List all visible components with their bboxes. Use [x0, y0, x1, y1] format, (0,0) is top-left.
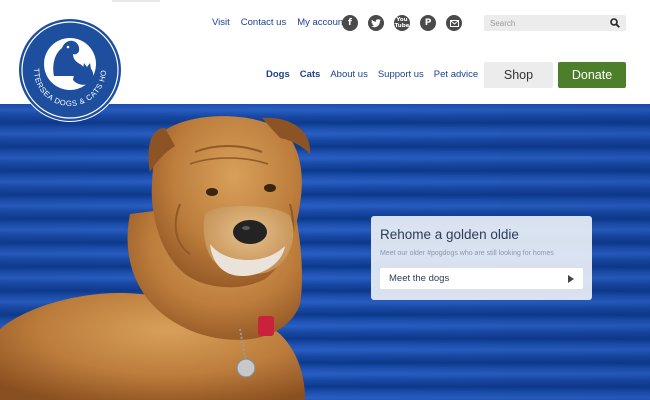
contact-us-link[interactable]: Contact us	[241, 17, 286, 28]
utility-nav: Visit Contact us My account	[212, 17, 346, 28]
facebook-icon[interactable]: f	[342, 15, 358, 31]
promo-title: Rehome a golden oldie	[380, 227, 519, 242]
battersea-logo[interactable]: BATTERSEA DOGS & CATS HOME	[18, 18, 122, 122]
nav-support-us[interactable]: Support us	[378, 69, 424, 80]
youtube-icon[interactable]: You Tube	[394, 15, 410, 31]
search-box	[484, 15, 626, 31]
shop-button[interactable]: Shop	[484, 62, 553, 88]
donate-button[interactable]: Donate	[558, 62, 626, 88]
promo-card: Rehome a golden oldie Meet our older #po…	[371, 216, 592, 300]
dog-photo	[0, 116, 311, 400]
nav-cats[interactable]: Cats	[300, 69, 321, 80]
social-links: f You Tube P	[342, 15, 462, 31]
twitter-icon[interactable]	[368, 15, 384, 31]
visit-link[interactable]: Visit	[212, 17, 230, 28]
email-icon[interactable]	[446, 15, 462, 31]
search-icon[interactable]	[610, 18, 620, 28]
nav-dogs[interactable]: Dogs	[266, 69, 290, 80]
main-nav: Dogs Cats About us Support us Pet advice	[266, 69, 478, 80]
my-account-link[interactable]: My account	[297, 17, 346, 28]
pinterest-icon[interactable]: P	[420, 15, 436, 31]
top-divider	[112, 0, 160, 2]
hero-banner: Rehome a golden oldie Meet our older #po…	[0, 104, 650, 400]
search-input[interactable]	[490, 18, 610, 28]
promo-subtitle: Meet our older #pogdogs who are still lo…	[380, 250, 554, 257]
meet-the-dogs-button[interactable]: Meet the dogs	[380, 268, 583, 289]
meet-the-dogs-label: Meet the dogs	[389, 273, 450, 284]
play-arrow-icon	[568, 274, 574, 283]
nav-pet-advice[interactable]: Pet advice	[434, 69, 478, 80]
nav-about-us[interactable]: About us	[330, 69, 368, 80]
